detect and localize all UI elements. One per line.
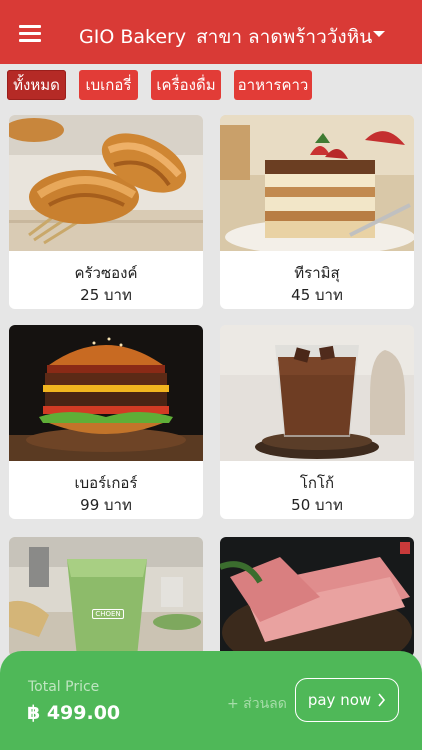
product-card-croissant[interactable]: ครัวซองค์ 25 บาท — [9, 115, 203, 309]
total-price-value: ฿ 499.00 — [27, 702, 121, 724]
pay-now-label: pay now — [307, 691, 372, 709]
product-card-beef[interactable] — [220, 537, 414, 657]
hamburger-menu-icon[interactable] — [19, 25, 41, 42]
app-title: GIO Bakery — [79, 26, 187, 48]
product-price: 25 บาท — [80, 286, 132, 304]
product-card-tiramisu[interactable]: ทีรามิสุ 45 บาท — [220, 115, 414, 309]
category-savory-food[interactable]: อาหารคาว — [234, 70, 312, 100]
product-price: 99 บาท — [80, 496, 132, 514]
beef-image — [220, 537, 414, 657]
checkout-bar: Total Price ฿ 499.00 + ส่วนลด pay now — [0, 651, 422, 750]
burger-image — [9, 325, 203, 461]
product-name: โกโก้ — [299, 474, 335, 492]
product-price: 50 บาท — [291, 496, 343, 514]
product-name: ครัวซองค์ — [74, 264, 138, 282]
matcha-image: CHOEN — [9, 537, 203, 657]
product-card-matcha[interactable]: CHOEN — [9, 537, 203, 657]
pay-now-button[interactable]: pay now — [295, 678, 399, 722]
product-name: เบอร์เกอร์ — [74, 474, 138, 492]
category-bakery[interactable]: เบเกอรี่ — [79, 70, 138, 100]
croissant-image — [9, 115, 203, 251]
category-drinks[interactable]: เครื่องดื่ม — [151, 70, 221, 100]
caret-down-icon[interactable] — [373, 31, 385, 37]
category-filter: ทั้งหมด เบเกอรี่ เครื่องดื่ม อาหารคาว — [0, 70, 422, 102]
cup-brand-logo: CHOEN — [92, 609, 124, 619]
category-all[interactable]: ทั้งหมด — [7, 70, 66, 100]
add-discount-button[interactable]: + ส่วนลด — [227, 693, 287, 715]
app-header: GIO Bakery สาขา ลาดพร้าววังหิน — [0, 0, 422, 64]
product-price: 45 บาท — [291, 286, 343, 304]
product-name: ทีรามิสุ — [294, 264, 340, 282]
tiramisu-image — [220, 115, 414, 251]
branch-name: สาขา ลาดพร้าววังหิน — [196, 26, 373, 48]
branch-selector[interactable]: GIO Bakery สาขา ลาดพร้าววังหิน — [79, 22, 372, 52]
product-card-cocoa[interactable]: โกโก้ 50 บาท — [220, 325, 414, 519]
cocoa-image — [220, 325, 414, 461]
chevron-right-icon — [378, 693, 386, 707]
product-card-burger[interactable]: เบอร์เกอร์ 99 บาท — [9, 325, 203, 519]
total-price-label: Total Price — [28, 679, 100, 695]
